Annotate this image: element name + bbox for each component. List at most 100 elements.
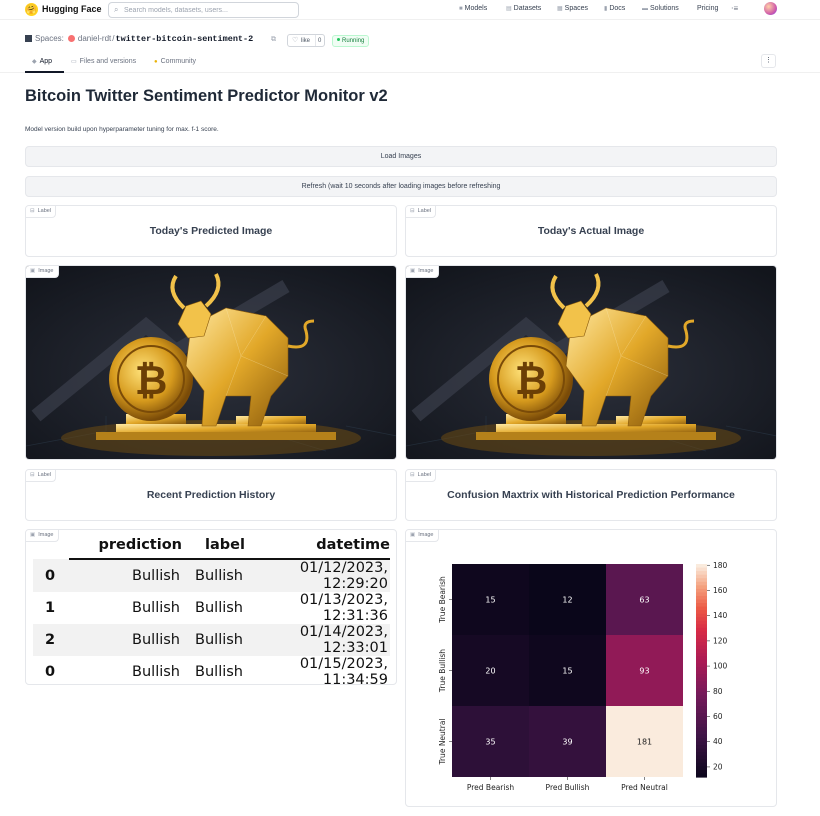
panel-tag: ▣ Image <box>406 266 439 278</box>
load-images-button[interactable]: Load Images <box>25 146 777 167</box>
x-tick-label: Pred Bearish <box>467 783 514 792</box>
spaces-icon <box>25 35 32 42</box>
history-table: prediction label datetime 0 Bullish Bull… <box>33 531 390 688</box>
search-input[interactable] <box>124 4 294 16</box>
colorbar-segment <box>696 571 707 576</box>
heatmap-cell-label: 12 <box>562 596 572 605</box>
more-options-button[interactable]: ⋮ <box>761 54 776 68</box>
nav-spaces[interactable]: ▦ Spaces <box>557 5 588 12</box>
nav-models[interactable]: ■ Models <box>459 5 487 12</box>
colorbar-segment <box>696 659 707 664</box>
panel-tag: ▣ Image <box>26 266 59 278</box>
colorbar-segment <box>696 773 707 778</box>
colorbar-segment <box>696 702 707 707</box>
label-icon: ⊟ <box>30 208 35 214</box>
colorbar-segment <box>696 759 707 764</box>
user-avatar[interactable] <box>764 2 777 15</box>
top-navbar: 🤗 Hugging Face ⌕ ■Models ▤Datasets ▦Spac… <box>0 0 820 20</box>
panel-tag: ▣ Image <box>26 530 59 542</box>
refresh-button[interactable]: Refresh (wait 10 seconds after loading i… <box>25 176 777 197</box>
colorbar-segment <box>696 642 707 647</box>
heatmap-cell-label: 93 <box>639 667 649 676</box>
hugging-face-logo-icon[interactable]: 🤗 <box>25 3 38 16</box>
tab-files[interactable]: ▭ Files and versions <box>71 58 136 65</box>
confusion-title: Confusion Maxtrix with Historical Predic… <box>447 489 735 501</box>
like-button[interactable]: ♡ like 0 <box>287 34 325 47</box>
space-repo-name[interactable]: twitter-bitcoin-sentiment-2 <box>116 34 254 44</box>
like-divider <box>315 35 316 46</box>
colorbar-segment <box>696 734 707 739</box>
database-icon: ▤ <box>506 6 512 12</box>
colorbar-segment <box>696 706 707 711</box>
more-menu-icon[interactable]: ⋅≡ <box>731 4 738 13</box>
actual-bull-image: ₿ <box>406 266 776 459</box>
image-icon: ▣ <box>30 532 36 538</box>
copy-icon[interactable]: ⧉ <box>271 36 276 44</box>
heatmap-cell-label: 20 <box>485 667 495 676</box>
y-tick-label: True Bullish <box>438 649 447 693</box>
colorbar-segment <box>696 603 707 608</box>
search-box[interactable]: ⌕ <box>108 2 299 18</box>
table-row: 0 Bullish Bullish 01/12/2023, 12:29:20 <box>33 559 390 592</box>
actual-title: Today's Actual Image <box>537 225 645 237</box>
community-icon: ● <box>154 59 158 65</box>
label-icon: ⊟ <box>410 208 415 214</box>
space-owner[interactable]: daniel-rdt <box>78 34 111 43</box>
colorbar-segment <box>696 599 707 604</box>
colorbar-segment <box>696 585 707 590</box>
cell-datetime: 01/13/2023, 12:31:36 <box>299 592 388 624</box>
colorbar-segment <box>696 631 707 636</box>
colorbar-tick-label: 180 <box>713 561 728 570</box>
predicted-image-panel: ▣ Image ₿ <box>25 265 397 460</box>
x-tick-label: Pred Bullish <box>546 783 590 792</box>
colorbar-segment <box>696 748 707 753</box>
colorbar-segment <box>696 745 707 750</box>
nav-docs[interactable]: ▮ Docs <box>604 5 625 12</box>
brand-name[interactable]: Hugging Face <box>42 4 102 14</box>
predicted-label-panel: ⊟ Label Today's Predicted Image <box>25 205 397 257</box>
app-icon: ◆ <box>32 59 37 65</box>
cell-label: Bullish <box>182 559 245 592</box>
colorbar-segment <box>696 720 707 725</box>
history-label-panel: ⊟ Label Recent Prediction History <box>25 469 397 521</box>
tab-community[interactable]: ● Community <box>154 58 196 65</box>
cell-datetime: 01/14/2023, 12:33:01 <box>245 624 390 656</box>
colorbar-tick-label: 60 <box>713 712 723 721</box>
colorbar-segment <box>696 656 707 661</box>
nav-pricing[interactable]: Pricing <box>697 5 718 12</box>
tab-app[interactable]: ◆ App <box>32 58 52 65</box>
like-count: 0 <box>318 38 322 44</box>
colorbar-segment <box>696 762 707 767</box>
colorbar-segment <box>696 613 707 618</box>
colorbar-segment <box>696 755 707 760</box>
colorbar-segment <box>696 730 707 735</box>
table-header-row: prediction label datetime <box>33 531 390 560</box>
colorbar-tick-label: 100 <box>713 662 728 671</box>
colorbar-segment <box>696 564 707 569</box>
colorbar-segment <box>696 624 707 629</box>
search-icon: ⌕ <box>114 5 119 14</box>
space-tabs: ◆ App ▭ Files and versions ● Community ⋮ <box>0 53 820 73</box>
colorbar-segment <box>696 627 707 633</box>
nav-solutions[interactable]: ▬ Solutions <box>642 5 679 12</box>
colorbar-segment <box>696 588 707 593</box>
nav-datasets[interactable]: ▤ Datasets <box>506 5 541 12</box>
colorbar-segment <box>696 606 707 611</box>
image-icon: ▣ <box>30 268 36 274</box>
table-row: 0 Bullish Bullish 01/15/2023, 11:34:59 <box>33 656 390 688</box>
colorbar-segment <box>696 635 707 640</box>
cell-prediction: Bullish <box>69 624 182 656</box>
colorbar-segment <box>696 649 707 654</box>
panel-tag: ⊟ Label <box>26 206 57 218</box>
page-title: Bitcoin Twitter Sentiment Predictor Moni… <box>25 87 388 105</box>
cell-datetime: 01/15/2023, 11:34:59 <box>299 656 388 688</box>
image-icon: ▣ <box>410 268 416 274</box>
colorbar-segment <box>696 617 707 622</box>
book-icon: ▮ <box>604 6 608 12</box>
heatmap-cell-label: 15 <box>562 667 572 676</box>
panel-tag: ⊟ Label <box>406 470 437 482</box>
colorbar-segment <box>696 677 707 682</box>
confusion-matrix-heatmap: 15 12 63 20 15 93 35 39 181 True Bearish True Bull… <box>438 561 728 792</box>
colorbar-segment <box>696 578 707 583</box>
row-index: 0 <box>33 559 69 592</box>
